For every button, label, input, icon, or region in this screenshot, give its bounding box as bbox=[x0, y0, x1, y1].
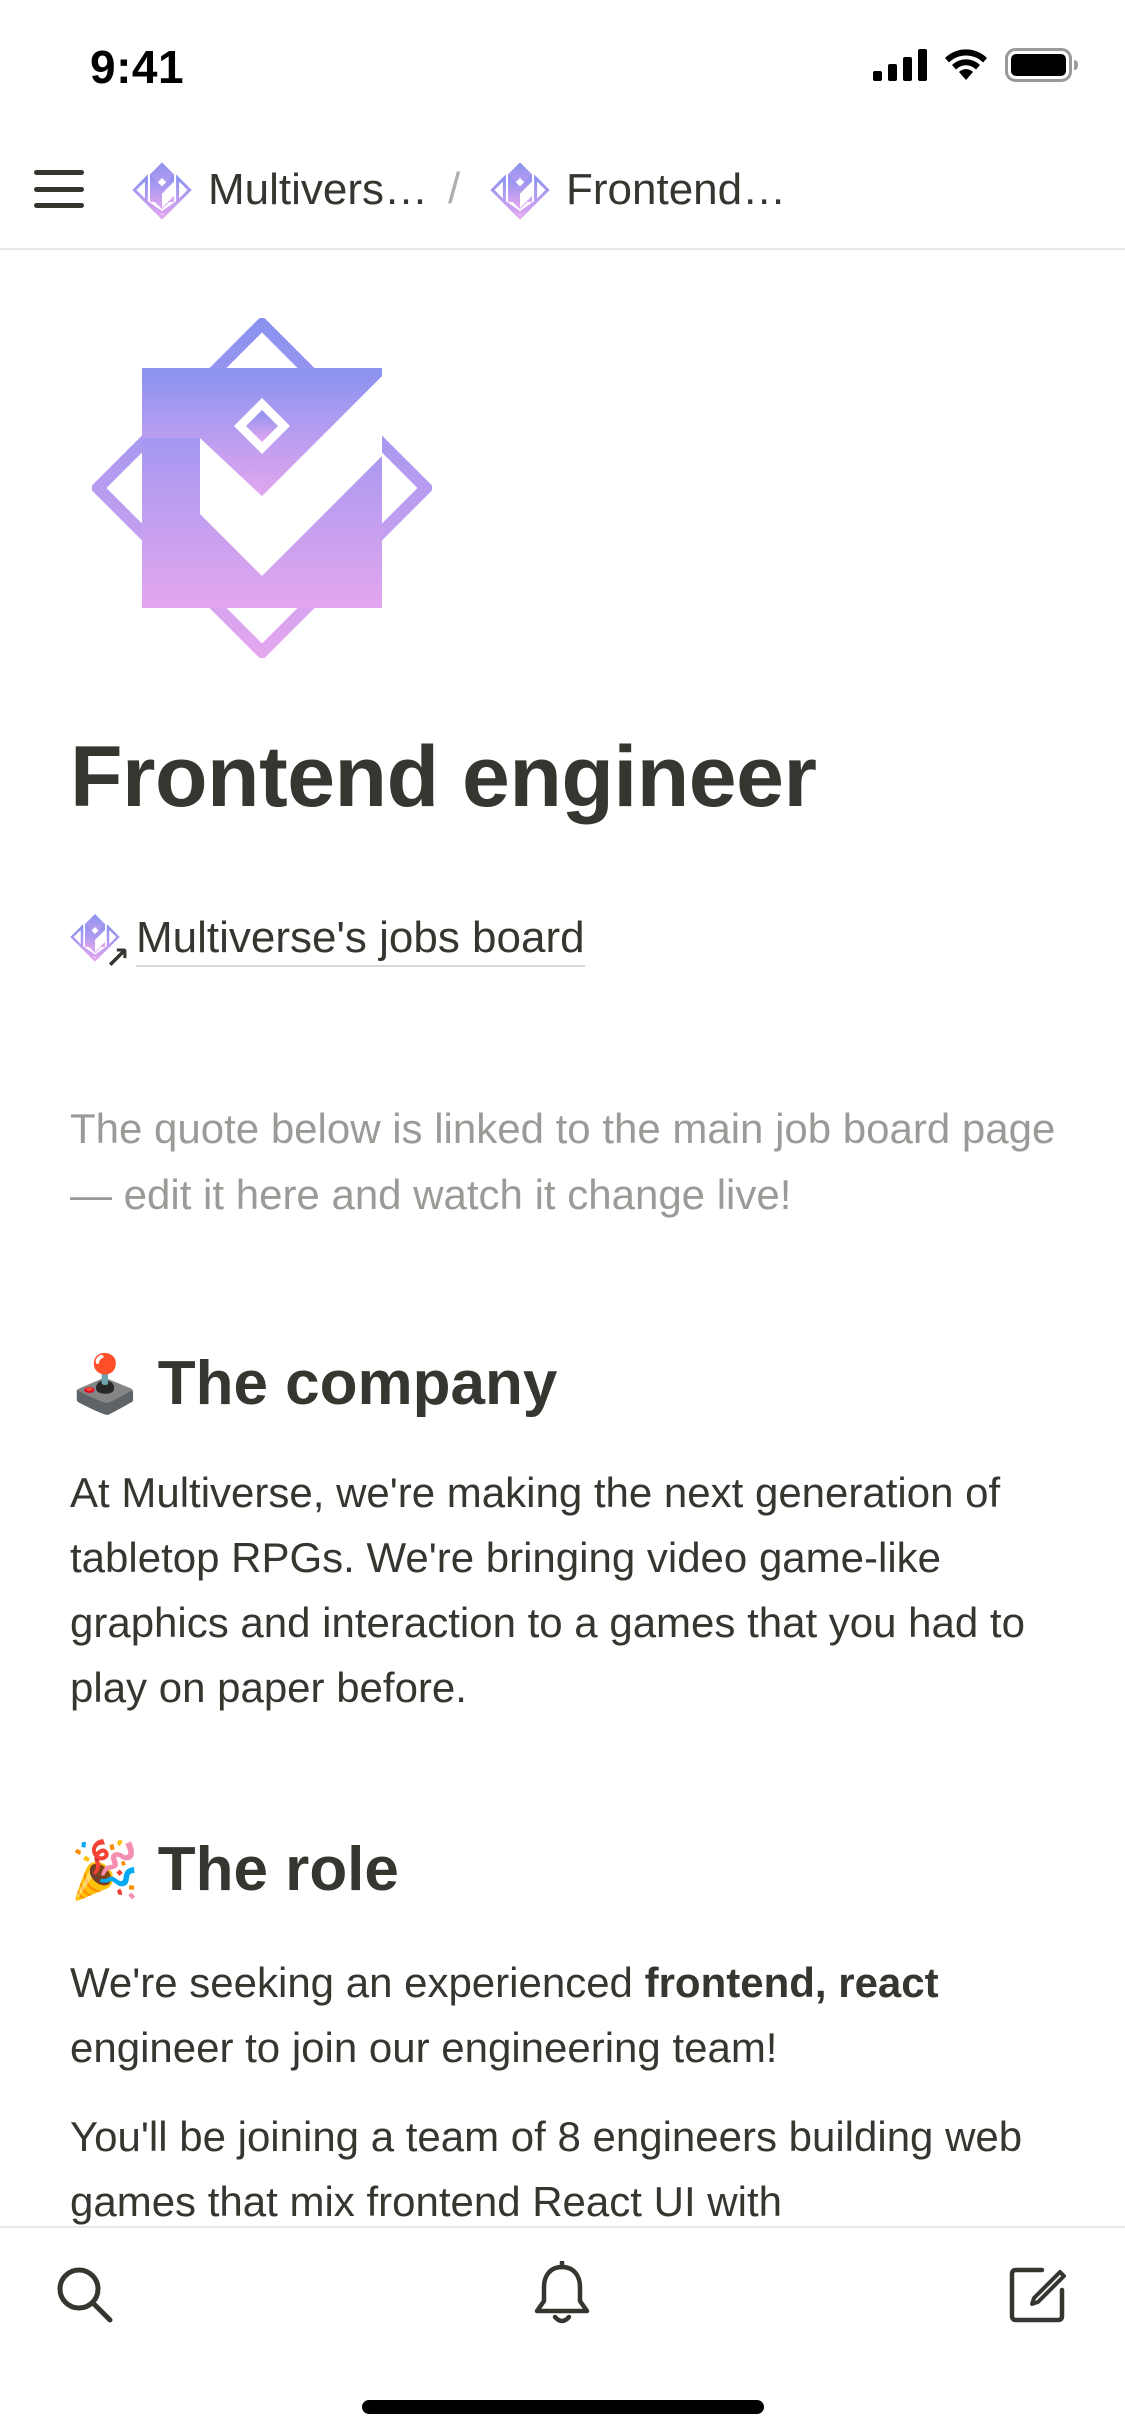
team-paragraph: You'll be joining a team of 8 engineers … bbox=[70, 2113, 1023, 2225]
multiverse-logo-icon bbox=[89, 315, 435, 661]
top-nav: Multivers… / Frontend… bbox=[0, 132, 1125, 250]
breadcrumb-page[interactable]: Frontend… bbox=[490, 158, 786, 222]
party-popper-icon: 🎉 bbox=[70, 1837, 140, 1901]
battery-icon bbox=[1005, 48, 1078, 82]
cellular-signal-icon bbox=[873, 49, 927, 81]
linked-page-label[interactable]: Multiverse's jobs board bbox=[136, 913, 585, 967]
compose-icon bbox=[1009, 2267, 1066, 2323]
breadcrumb-separator: / bbox=[448, 164, 461, 213]
role-text-start: We're seeking an experienced bbox=[70, 1959, 645, 2006]
search-icon bbox=[57, 2267, 113, 2323]
company-paragraph: At Multiverse, we're making the next gen… bbox=[70, 1469, 1025, 1711]
breadcrumb-label: Frontend… bbox=[566, 165, 787, 214]
page-icon[interactable] bbox=[89, 315, 435, 663]
linked-page[interactable]: ↗ Multiverse's jobs board bbox=[70, 912, 585, 974]
status-icons bbox=[873, 48, 1079, 82]
new-page-button[interactable] bbox=[1002, 2258, 1074, 2330]
role-text-end: engineer to join our engineering team! bbox=[70, 2024, 778, 2071]
home-indicator[interactable] bbox=[362, 2400, 764, 2414]
section-heading-company: 🕹️ The company bbox=[70, 1348, 557, 1419]
breadcrumb-workspace[interactable]: Multivers… bbox=[132, 158, 428, 222]
section-heading-label: The role bbox=[157, 1835, 399, 1904]
status-time: 9:41 bbox=[90, 41, 185, 93]
page-title[interactable]: Frontend engineer bbox=[70, 728, 817, 827]
role-paragraph: We're seeking an experienced frontend, r… bbox=[70, 1950, 1070, 2080]
multiverse-logo-icon bbox=[490, 162, 550, 220]
notifications-button[interactable] bbox=[526, 2258, 598, 2330]
multiverse-logo-icon bbox=[132, 162, 192, 220]
wifi-icon bbox=[945, 49, 987, 80]
section-heading-role: 🎉 The role bbox=[70, 1834, 399, 1905]
bell-icon bbox=[534, 2261, 590, 2324]
status-bar: 9:41 bbox=[0, 0, 1125, 132]
section-heading-label: The company bbox=[157, 1349, 558, 1418]
role-text-bold: frontend, react bbox=[644, 1959, 939, 2006]
menu-icon[interactable] bbox=[34, 164, 84, 214]
joystick-icon: 🕹️ bbox=[70, 1351, 140, 1415]
search-button[interactable] bbox=[48, 2258, 120, 2330]
breadcrumb-label: Multivers… bbox=[208, 165, 429, 214]
link-arrow-icon: ↗ bbox=[104, 942, 130, 975]
hint-text: The quote below is linked to the main jo… bbox=[70, 1105, 1056, 1218]
link-icon-wrap: ↗ bbox=[70, 912, 130, 974]
